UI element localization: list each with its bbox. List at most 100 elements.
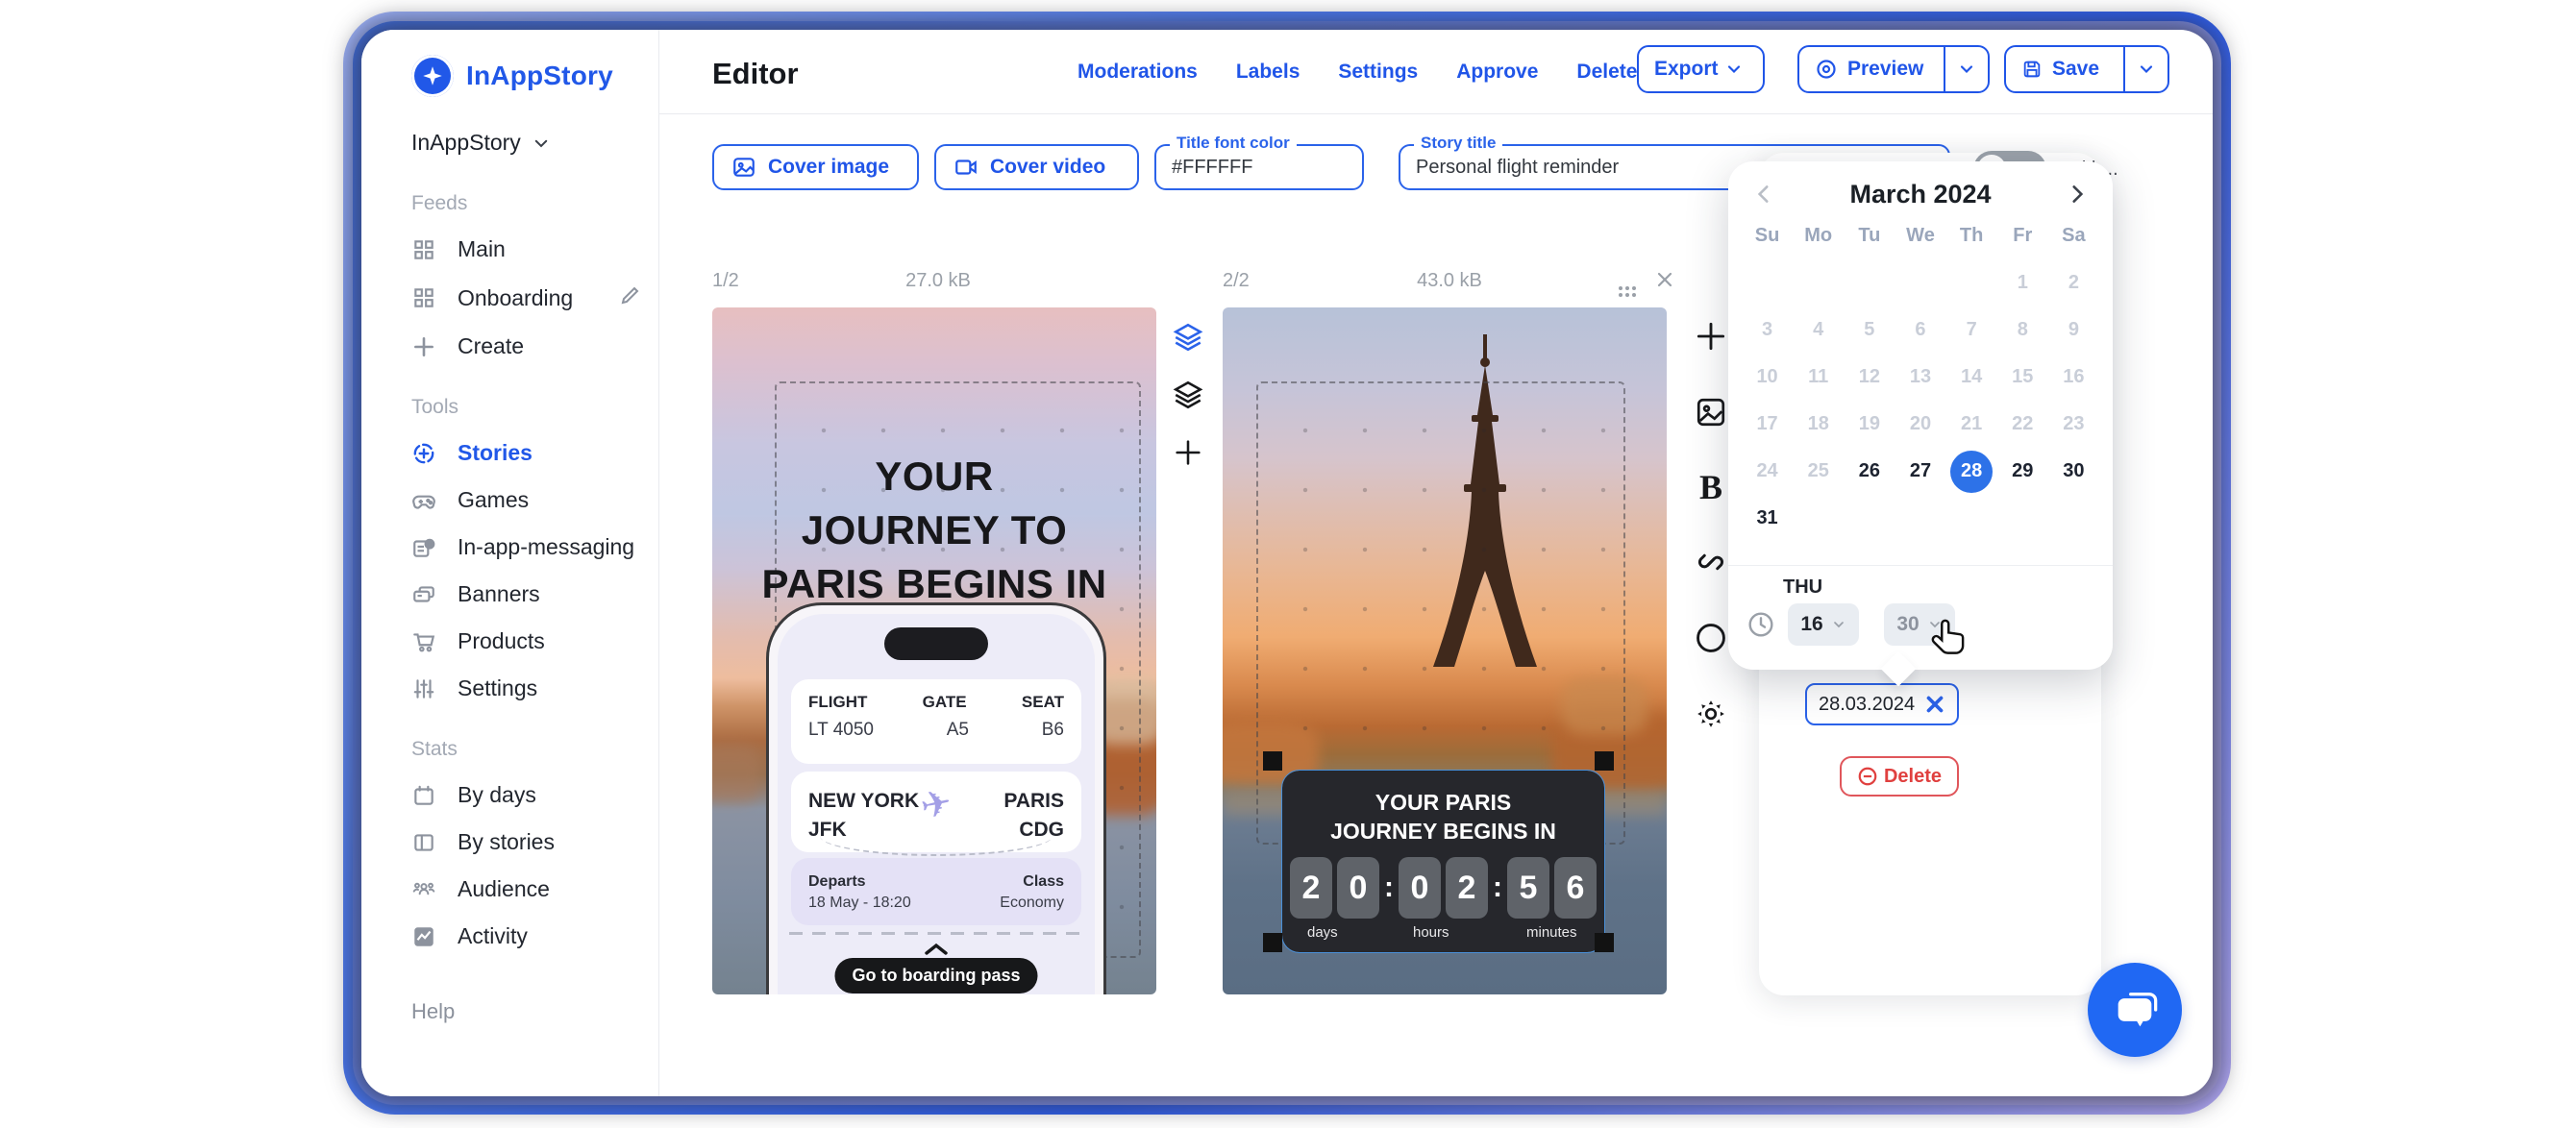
- calendar-day[interactable]: 12: [1844, 354, 1895, 401]
- save-chevron-icon[interactable]: [2123, 47, 2167, 91]
- boarding-pass-cta[interactable]: Go to boarding pass: [834, 958, 1037, 993]
- next-month-icon[interactable]: [2065, 182, 2090, 207]
- grid-icon: [411, 237, 436, 262]
- phone-notch: [884, 627, 988, 660]
- section-title-stats: Stats: [411, 738, 658, 761]
- minute-select[interactable]: 30: [1884, 603, 1955, 646]
- add-layer-icon[interactable]: [1172, 436, 1204, 469]
- preview-chevron-icon[interactable]: [1944, 47, 1988, 91]
- calendar-day[interactable]: 11: [1793, 354, 1844, 401]
- calendar-day[interactable]: 31: [1742, 495, 1793, 542]
- calendar-day[interactable]: 27: [1895, 448, 1945, 495]
- sidebar-item-products[interactable]: Products: [411, 628, 658, 654]
- sidebar-item-banners[interactable]: Banners: [411, 581, 658, 607]
- sidebar-item-in-app-messaging[interactable]: ! In-app-messaging: [411, 534, 658, 560]
- calendar-day[interactable]: 30: [2048, 448, 2099, 495]
- export-chevron-icon[interactable]: [1722, 47, 1755, 91]
- layers-active-icon[interactable]: [1172, 321, 1204, 354]
- slide2-canvas[interactable]: YOUR PARIS JOURNEY BEGINS IN 2 0 : 0 2 :…: [1223, 307, 1667, 994]
- selection-handle[interactable]: [1263, 751, 1282, 771]
- link-tool-icon[interactable]: [1694, 545, 1728, 579]
- sidebar-item-stories[interactable]: Stories: [411, 440, 658, 466]
- calendar-day[interactable]: 3: [1742, 307, 1793, 354]
- save-button[interactable]: Save: [2004, 45, 2169, 93]
- hour-select[interactable]: 16: [1788, 603, 1859, 646]
- sidebar-item-help[interactable]: Help: [411, 999, 658, 1024]
- chat-widget-button[interactable]: [2088, 963, 2182, 1057]
- calendar-day[interactable]: 29: [1997, 448, 2048, 495]
- clear-date-icon[interactable]: [1922, 692, 1947, 717]
- layers-icon[interactable]: [1172, 379, 1204, 411]
- slide2-close-icon[interactable]: [1653, 268, 1676, 297]
- slide1-size: 27.0 kB: [880, 270, 996, 292]
- sidebar-item-by-days[interactable]: By days: [411, 782, 658, 808]
- shape-tool-icon[interactable]: [1693, 620, 1729, 656]
- export-button[interactable]: Export: [1637, 45, 1765, 93]
- calendar-day[interactable]: 6: [1895, 307, 1945, 354]
- calendar-day[interactable]: 19: [1844, 401, 1895, 448]
- sidebar-item-onboarding[interactable]: Onboarding: [411, 283, 658, 312]
- sidebar-item-activity[interactable]: Activity: [411, 923, 658, 949]
- pencil-icon[interactable]: [619, 283, 642, 312]
- calendar-day[interactable]: 5: [1844, 307, 1895, 354]
- calendar-day[interactable]: 20: [1895, 401, 1945, 448]
- nav-approve[interactable]: Approve: [1456, 61, 1538, 84]
- selected-weekday-label: THU: [1783, 576, 1822, 599]
- calendar-day[interactable]: 13: [1895, 354, 1945, 401]
- sidebar-item-settings[interactable]: Settings: [411, 675, 658, 701]
- add-element-icon[interactable]: [1693, 318, 1729, 355]
- nav-settings[interactable]: Settings: [1338, 61, 1418, 84]
- selection-handle[interactable]: [1595, 751, 1614, 771]
- prev-month-icon[interactable]: [1751, 182, 1776, 207]
- calendar-popup: March 2024 SuMoTuWeThFrSa 12345678910111…: [1728, 161, 2113, 670]
- text-tool-icon[interactable]: B: [1699, 470, 1722, 504]
- nav-delete[interactable]: Delete: [1576, 61, 1637, 84]
- calendar-day[interactable]: 1: [1997, 259, 2048, 307]
- sidebar-item-create[interactable]: Create: [411, 333, 658, 359]
- logo[interactable]: InAppStory: [411, 55, 658, 97]
- flight-info-card: FLIGHT GATE SEAT LT 4050 A5 B6: [791, 679, 1081, 764]
- calendar-day[interactable]: 24: [1742, 448, 1793, 495]
- calendar-day[interactable]: 15: [1997, 354, 2048, 401]
- slide2-drag-handle-icon[interactable]: [1619, 274, 1636, 297]
- cart-icon: [411, 629, 436, 654]
- ticket-perforation: [789, 932, 1083, 935]
- sidebar-item-games[interactable]: Games: [411, 487, 658, 513]
- title-font-color-field[interactable]: Title font color #FFFFFF: [1154, 144, 1364, 190]
- delete-schedule-button[interactable]: Delete: [1840, 756, 1959, 797]
- slide1-canvas[interactable]: YOUR JOURNEY TO PARIS BEGINS IN FLIGHT G…: [712, 307, 1156, 994]
- calendar-day[interactable]: 7: [1946, 307, 1997, 354]
- nav-labels[interactable]: Labels: [1236, 61, 1300, 84]
- calendar-day[interactable]: 23: [2048, 401, 2099, 448]
- sidebar-item-main[interactable]: Main: [411, 236, 658, 262]
- calendar-day[interactable]: 14: [1946, 354, 1997, 401]
- calendar-day[interactable]: 4: [1793, 307, 1844, 354]
- preview-button[interactable]: Preview: [1797, 45, 1990, 93]
- selection-handle[interactable]: [1595, 933, 1614, 952]
- workspace-selector[interactable]: InAppStory: [411, 130, 658, 156]
- slide1-headline[interactable]: YOUR JOURNEY TO PARIS BEGINS IN: [712, 450, 1156, 611]
- selection-handle[interactable]: [1263, 933, 1282, 952]
- calendar-day[interactable]: 2: [2048, 259, 2099, 307]
- calendar-day[interactable]: 16: [2048, 354, 2099, 401]
- image-tool-icon[interactable]: [1694, 395, 1728, 429]
- sidebar-divider: [658, 30, 659, 1096]
- settings-tool-icon[interactable]: [1694, 697, 1728, 731]
- calendar-day[interactable]: 25: [1793, 448, 1844, 495]
- cover-video-button[interactable]: Cover video: [934, 144, 1139, 190]
- countdown-widget[interactable]: YOUR PARIS JOURNEY BEGINS IN 2 0 : 0 2 :…: [1282, 771, 1604, 952]
- sidebar-item-audience[interactable]: Audience: [411, 876, 658, 902]
- calendar-day[interactable]: 21: [1946, 401, 1997, 448]
- calendar-day[interactable]: 22: [1997, 401, 2048, 448]
- nav-moderations[interactable]: Moderations: [1077, 61, 1198, 84]
- calendar-day[interactable]: 18: [1793, 401, 1844, 448]
- calendar-day[interactable]: 9: [2048, 307, 2099, 354]
- calendar-day[interactable]: 17: [1742, 401, 1793, 448]
- scheduled-date-field[interactable]: 28.03.2024: [1805, 683, 1959, 725]
- calendar-day[interactable]: 26: [1844, 448, 1895, 495]
- calendar-day[interactable]: 10: [1742, 354, 1793, 401]
- calendar-day[interactable]: 8: [1997, 307, 2048, 354]
- calendar-day[interactable]: 28: [1946, 448, 1997, 495]
- sidebar-item-by-stories[interactable]: By stories: [411, 829, 658, 855]
- cover-image-button[interactable]: Cover image: [712, 144, 919, 190]
